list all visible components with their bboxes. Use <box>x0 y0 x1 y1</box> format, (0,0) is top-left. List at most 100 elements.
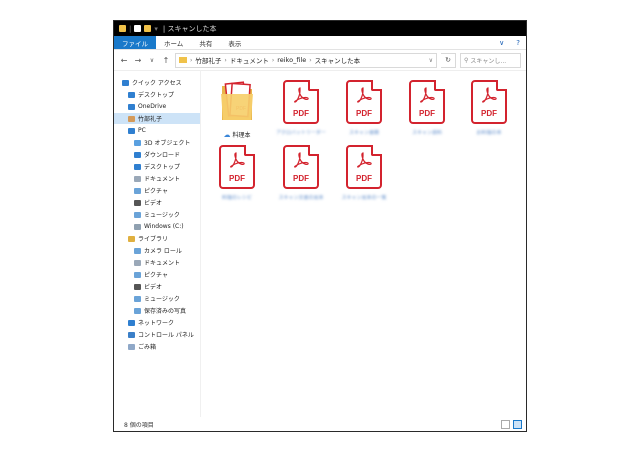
navigation-bar: ← → ∨ ↑ › 竹部礼子 › ドキュメント › reiko_file › ス… <box>114 50 526 71</box>
sidebar-item[interactable]: ミュージック <box>134 293 180 304</box>
sidebar-item[interactable]: コントロール パネル <box>128 329 194 340</box>
music-icon <box>134 295 141 302</box>
address-dropdown-icon[interactable]: ∨ <box>429 57 436 64</box>
pdf-file-item[interactable]: PDF アクロバットリーダー <box>273 80 329 152</box>
sidebar-item[interactable]: ビデオ <box>134 197 162 208</box>
tab-share[interactable]: 共有 <box>191 36 220 49</box>
file-name: スキャン文書の見本 <box>278 195 324 201</box>
user-icon <box>128 115 135 122</box>
sidebar-item[interactable]: ピクチャ <box>134 185 168 196</box>
folder-label: 料理本 <box>232 132 251 139</box>
sidebar-item[interactable]: ビデオ <box>134 281 162 292</box>
sidebar-item-label: Windows (C:) <box>144 223 184 230</box>
sidebar-item-label: ピクチャ <box>144 272 168 279</box>
help-icon[interactable]: ? <box>510 36 526 49</box>
sidebar-item-label: デスクトップ <box>144 164 181 171</box>
sidebar-item-label: ネットワーク <box>138 320 175 327</box>
pdf-file-item[interactable]: PDF スキャン書籍 <box>336 80 392 152</box>
folder-icon <box>179 57 187 63</box>
pdf-file-item[interactable]: PDF スキャン見本の一覧 <box>336 145 392 217</box>
sidebar-item-label: ビデオ <box>144 284 163 291</box>
forward-button[interactable]: → <box>133 56 143 65</box>
sidebar-item[interactable]: Windows (C:) <box>134 221 184 232</box>
sidebar-item[interactable]: ピクチャ <box>134 269 168 280</box>
pdf-file-item[interactable]: PDF 料理のレシピ <box>209 145 265 217</box>
pdf-file-icon: PDF <box>219 145 255 189</box>
file-name: お料理の本 <box>476 130 502 136</box>
cloud-icon <box>128 103 135 110</box>
properties-icon[interactable] <box>134 25 142 32</box>
recent-locations-button[interactable]: ∨ <box>147 57 157 64</box>
tab-home[interactable]: ホーム <box>156 36 191 49</box>
sidebar-item[interactable]: ごみ箱 <box>128 341 156 352</box>
sidebar-item[interactable]: 保存済みの写真 <box>134 305 186 316</box>
large-icons-view-icon[interactable] <box>513 420 522 429</box>
up-button[interactable]: ↑ <box>161 56 171 65</box>
picture-icon <box>134 187 141 194</box>
camera-icon <box>134 247 141 254</box>
sidebar-item[interactable]: ミュージック <box>134 209 180 220</box>
explorer-window: | ▾ | スキャンした本 ファイル ホーム 共有 表示 ∨ ? ← → ∨ ↑… <box>113 20 527 432</box>
tab-view[interactable]: 表示 <box>220 36 249 49</box>
pdf-file-item[interactable]: PDF スキャン文書の見本 <box>273 145 329 217</box>
sidebar-item[interactable]: 3D オブジェクト <box>134 137 190 148</box>
sidebar-item[interactable]: ライブラリ <box>128 233 168 244</box>
search-input[interactable]: スキャンし... <box>470 56 506 65</box>
pdf-label: PDF <box>229 174 245 183</box>
sidebar-item[interactable]: クイック アクセス <box>122 77 182 88</box>
quick-access-dropdown-icon[interactable]: ▾ <box>154 25 158 33</box>
search-icon: ⚲ <box>464 56 469 64</box>
pdf-file-icon: PDF <box>346 80 382 124</box>
sidebar-item[interactable]: デスクトップ <box>134 161 180 172</box>
acrobat-logo-icon <box>294 87 309 103</box>
quick-access-folder-icon[interactable] <box>119 25 126 32</box>
drive-icon <box>134 223 141 230</box>
sidebar-item[interactable]: ドキュメント <box>134 173 180 184</box>
pdf-file-icon: PDF <box>409 80 445 124</box>
sidebar-item-label: カメラ ロール <box>144 248 182 255</box>
document-icon <box>134 259 141 266</box>
breadcrumb-reiko-file[interactable]: reiko_file <box>277 56 306 64</box>
sidebar-item[interactable]: ネットワーク <box>128 317 174 328</box>
pdf-label: PDF <box>356 174 372 183</box>
acrobat-logo-icon <box>230 152 245 168</box>
refresh-button[interactable]: ↻ <box>441 52 456 68</box>
file-name: アクロバットリーダー <box>276 130 326 136</box>
pdf-label: PDF <box>356 109 372 118</box>
address-bar[interactable]: › 竹部礼子 › ドキュメント › reiko_file › スキャンした本 ∨ <box>175 52 437 68</box>
sidebar-item[interactable]: 竹部礼子 <box>114 113 200 124</box>
tab-file[interactable]: ファイル <box>114 36 156 49</box>
recycle-bin-icon <box>128 343 135 350</box>
details-view-icon[interactable] <box>501 420 510 429</box>
library-icon <box>128 235 135 242</box>
back-button[interactable]: ← <box>119 56 129 65</box>
video-icon <box>134 199 141 206</box>
sidebar-item[interactable]: ドキュメント <box>134 257 180 268</box>
pdf-file-item[interactable]: PDF お料理の本 <box>461 80 517 152</box>
sidebar-item-label: デスクトップ <box>138 92 175 99</box>
search-box[interactable]: ⚲ スキャンし... <box>460 52 521 68</box>
document-icon <box>134 175 141 182</box>
breadcrumb-documents[interactable]: ドキュメント <box>230 55 269 65</box>
sidebar-item-label: OneDrive <box>138 103 167 110</box>
sidebar-item-label: ドキュメント <box>144 176 181 183</box>
breadcrumb-current[interactable]: スキャンした本 <box>315 55 361 65</box>
new-folder-icon[interactable] <box>144 25 152 32</box>
ribbon-expand-icon[interactable]: ∨ <box>493 36 510 49</box>
sidebar-item[interactable]: デスクトップ <box>128 89 174 100</box>
folder-item[interactable]: PDF ☁ 料理本 <box>209 80 265 152</box>
video-icon <box>134 283 141 290</box>
sidebar-item[interactable]: カメラ ロール <box>134 245 182 256</box>
picture-icon <box>134 271 141 278</box>
sidebar-item[interactable]: PC <box>128 125 146 136</box>
file-name: スキャン見本の一覧 <box>341 195 387 201</box>
sidebar-item[interactable]: ダウンロード <box>134 149 180 160</box>
pdf-file-item[interactable]: PDF スキャン資料 <box>399 80 455 152</box>
file-name: スキャン書籍 <box>348 130 379 136</box>
sidebar-item-label: 保存済みの写真 <box>144 308 187 315</box>
breadcrumb-user[interactable]: 竹部礼子 <box>195 55 221 65</box>
sidebar-item-label: ライブラリ <box>138 236 169 243</box>
sidebar-item-label: ミュージック <box>144 212 180 219</box>
pc-icon <box>128 127 135 134</box>
sidebar-item[interactable]: OneDrive <box>128 101 166 112</box>
